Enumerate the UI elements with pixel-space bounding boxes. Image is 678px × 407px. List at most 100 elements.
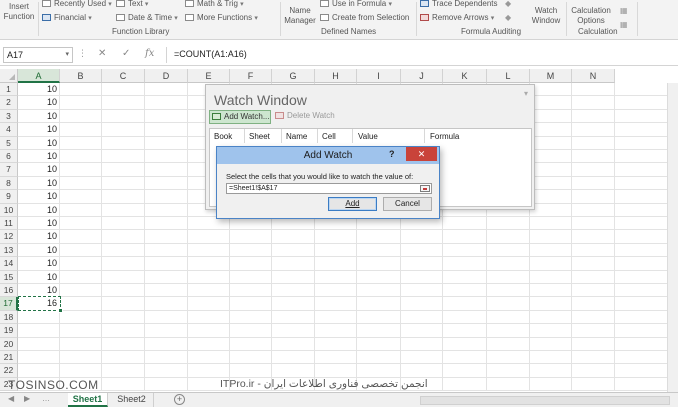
add-watch-button[interactable]: Add Watch... bbox=[209, 110, 271, 124]
column-header-value[interactable]: Value bbox=[358, 132, 378, 141]
delete-watch-button[interactable]: Delete Watch bbox=[275, 110, 338, 124]
row-header-1[interactable]: 1 bbox=[0, 83, 18, 97]
date-time-button[interactable]: Date & Time ▾ bbox=[116, 11, 178, 26]
cell-a11[interactable]: 10 bbox=[19, 217, 59, 230]
financial-button[interactable]: Financial ▾ bbox=[42, 11, 92, 26]
trace-dependents-button[interactable]: Trace Dependents bbox=[420, 0, 498, 11]
row-header-14[interactable]: 14 bbox=[0, 257, 18, 271]
column-header-cell[interactable]: Cell bbox=[322, 132, 336, 141]
cell-a14[interactable]: 10 bbox=[19, 257, 59, 270]
row-header-20[interactable]: 20 bbox=[0, 337, 18, 351]
select-all-corner[interactable] bbox=[0, 69, 18, 83]
cell-a4[interactable]: 10 bbox=[19, 123, 59, 136]
name-box[interactable]: A17 ▾ bbox=[3, 47, 73, 63]
column-header-l[interactable]: L bbox=[487, 69, 530, 83]
close-icon[interactable]: ✕ bbox=[406, 147, 437, 161]
row-header-7[interactable]: 7 bbox=[0, 163, 18, 177]
insert-function-button[interactable]: Insert Function bbox=[2, 2, 36, 22]
column-header-d[interactable]: D bbox=[145, 69, 188, 83]
column-header-n[interactable]: N bbox=[572, 69, 615, 83]
cell-a5[interactable]: 10 bbox=[19, 137, 59, 150]
row-header-15[interactable]: 15 bbox=[0, 270, 18, 284]
add-button[interactable]: Add bbox=[328, 197, 377, 211]
cell-a15[interactable]: 10 bbox=[19, 271, 59, 284]
row-header-19[interactable]: 19 bbox=[0, 324, 18, 338]
row-header-21[interactable]: 21 bbox=[0, 351, 18, 365]
row-header-13[interactable]: 13 bbox=[0, 243, 18, 258]
calculate-sheet-icon[interactable]: ▦ bbox=[620, 18, 628, 32]
cell-a2[interactable]: 10 bbox=[19, 96, 59, 109]
column-header-k[interactable]: K bbox=[443, 69, 487, 83]
cell-a6[interactable]: 10 bbox=[19, 150, 59, 163]
cell-a8[interactable]: 10 bbox=[19, 177, 59, 190]
row-header-9[interactable]: 9 bbox=[0, 190, 18, 204]
chevron-down-icon[interactable]: ▾ bbox=[65, 48, 69, 62]
calculation-options-button[interactable]: Calculation Options bbox=[568, 6, 614, 26]
reference-input[interactable]: =Sheet1!$A$17 bbox=[226, 183, 432, 194]
column-header-e[interactable]: E bbox=[188, 69, 230, 83]
resize-dots-icon[interactable]: ⋮ bbox=[78, 48, 88, 59]
cell-a13[interactable]: 10 bbox=[19, 244, 59, 257]
vertical-scrollbar[interactable] bbox=[667, 83, 678, 392]
column-header-g[interactable]: G bbox=[272, 69, 315, 83]
column-header-c[interactable]: C bbox=[102, 69, 145, 83]
column-header-b[interactable]: B bbox=[60, 69, 102, 83]
more-sheets-icon[interactable]: … bbox=[42, 394, 50, 403]
cell-a7[interactable]: 10 bbox=[19, 163, 59, 176]
row-header-16[interactable]: 16 bbox=[0, 284, 18, 298]
tab-sheet2[interactable]: Sheet2 bbox=[110, 393, 154, 407]
insert-function-icon[interactable]: fx bbox=[145, 48, 154, 60]
name-manager-button[interactable]: Name Manager bbox=[282, 6, 318, 26]
help-icon[interactable]: ? bbox=[389, 149, 395, 159]
row-header-12[interactable]: 12 bbox=[0, 230, 18, 244]
column-header-book[interactable]: Book bbox=[214, 132, 232, 141]
prev-sheet-icon[interactable]: ◀ bbox=[8, 394, 14, 403]
horizontal-scrollbar[interactable] bbox=[420, 396, 670, 405]
column-header-formula[interactable]: Formula bbox=[430, 132, 459, 141]
evaluate-formula-icon[interactable]: ◆ bbox=[505, 11, 511, 25]
column-header-name[interactable]: Name bbox=[286, 132, 307, 141]
cancel-icon[interactable]: ✕ bbox=[98, 48, 106, 60]
cell-a12[interactable]: 10 bbox=[19, 230, 59, 243]
cell-a1[interactable]: 10 bbox=[19, 83, 59, 96]
watch-window-button[interactable]: Watch Window bbox=[527, 6, 565, 26]
column-header-j[interactable]: J bbox=[401, 69, 443, 83]
cell-a9[interactable]: 10 bbox=[19, 190, 59, 203]
column-header-sheet[interactable]: Sheet bbox=[249, 132, 270, 141]
row-header-3[interactable]: 3 bbox=[0, 109, 18, 124]
cell-a17[interactable]: 16 bbox=[19, 297, 59, 310]
show-formulas-icon[interactable]: ◆ bbox=[505, 0, 511, 11]
cell-a16[interactable]: 10 bbox=[19, 284, 59, 297]
row-header-18[interactable]: 18 bbox=[0, 310, 18, 325]
gridline bbox=[187, 83, 188, 392]
row-header-11[interactable]: 11 bbox=[0, 217, 18, 231]
cell-a3[interactable]: 10 bbox=[19, 110, 59, 123]
tab-sheet1[interactable]: Sheet1 bbox=[68, 393, 108, 407]
chevron-down-icon[interactable]: ▾ bbox=[524, 89, 528, 98]
row-header-5[interactable]: 5 bbox=[0, 136, 18, 150]
column-header-a[interactable]: A bbox=[18, 69, 60, 83]
add-watch-dialog[interactable]: Add Watch ? ✕ Select the cells that you … bbox=[216, 146, 440, 219]
row-header-4[interactable]: 4 bbox=[0, 123, 18, 137]
next-sheet-icon[interactable]: ▶ bbox=[24, 394, 30, 403]
column-header-f[interactable]: F bbox=[230, 69, 272, 83]
row-header-8[interactable]: 8 bbox=[0, 176, 18, 191]
row-header-2[interactable]: 2 bbox=[0, 96, 18, 110]
row-header-6[interactable]: 6 bbox=[0, 150, 18, 164]
collapse-dialog-icon[interactable] bbox=[420, 185, 430, 192]
more-functions-button[interactable]: More Functions ▾ bbox=[185, 11, 258, 26]
row-header-17[interactable]: 17 bbox=[0, 297, 18, 311]
calculate-now-icon[interactable]: ▦ bbox=[620, 4, 628, 18]
column-header-m[interactable]: M bbox=[530, 69, 572, 83]
add-sheet-icon[interactable]: + bbox=[174, 394, 185, 405]
column-header-i[interactable]: I bbox=[357, 69, 401, 83]
remove-arrows-button[interactable]: Remove Arrows ▾ bbox=[420, 11, 494, 26]
column-header-h[interactable]: H bbox=[315, 69, 357, 83]
cancel-button[interactable]: Cancel bbox=[383, 197, 432, 211]
row-header-22[interactable]: 22 bbox=[0, 364, 18, 378]
cell-a10[interactable]: 10 bbox=[19, 204, 59, 217]
create-from-selection-button[interactable]: Create from Selection bbox=[320, 11, 409, 25]
enter-icon[interactable]: ✓ bbox=[122, 48, 130, 60]
row-header-10[interactable]: 10 bbox=[0, 203, 18, 217]
formula-input[interactable]: =COUNT(A1:A16) bbox=[174, 49, 247, 59]
